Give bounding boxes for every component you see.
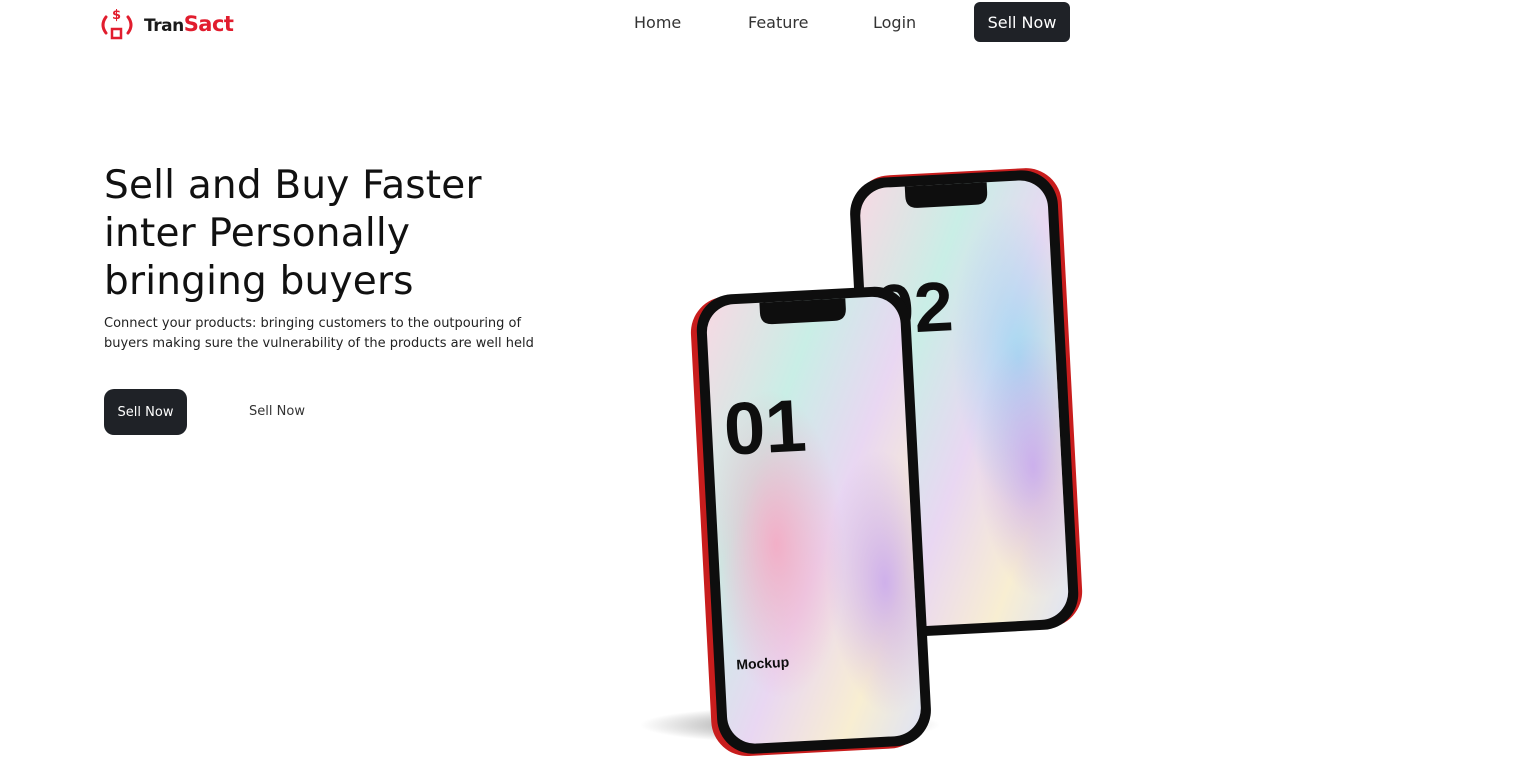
hero-title-line: inter Personally — [104, 211, 411, 256]
brand-name-part2: Sact — [183, 12, 234, 36]
brand-name: TranSact — [144, 12, 234, 36]
hero-title-line: Sell and Buy Faster — [104, 163, 482, 208]
hero-secondary-sell-now-button[interactable]: Sell Now — [233, 400, 321, 422]
nav-login-link[interactable]: Login — [873, 13, 916, 32]
hero-title: Sell and Buy Faster inter Personally bri… — [104, 162, 564, 306]
brand-logo[interactable]: $ TranSact — [98, 4, 248, 44]
nav-feature-link[interactable]: Feature — [748, 13, 808, 32]
phone-mockup-illustration: 02 01 Mockup — [640, 160, 1100, 760]
brand-name-part1: Tran — [144, 16, 184, 36]
exchange-dollar-icon: $ — [98, 5, 136, 43]
front-phone-caption: Mockup — [736, 654, 790, 673]
nav-sell-now-button[interactable]: Sell Now — [974, 2, 1070, 42]
hero-description: Connect your products: bringing customer… — [104, 316, 534, 351]
hero-sell-now-button[interactable]: Sell Now — [104, 389, 187, 435]
svg-text:$: $ — [112, 8, 121, 23]
phone-front: 01 Mockup — [690, 286, 931, 757]
front-phone-number: 01 — [722, 384, 809, 471]
hero-title-line: bringing buyers — [104, 259, 414, 304]
nav-home-link[interactable]: Home — [634, 13, 681, 32]
